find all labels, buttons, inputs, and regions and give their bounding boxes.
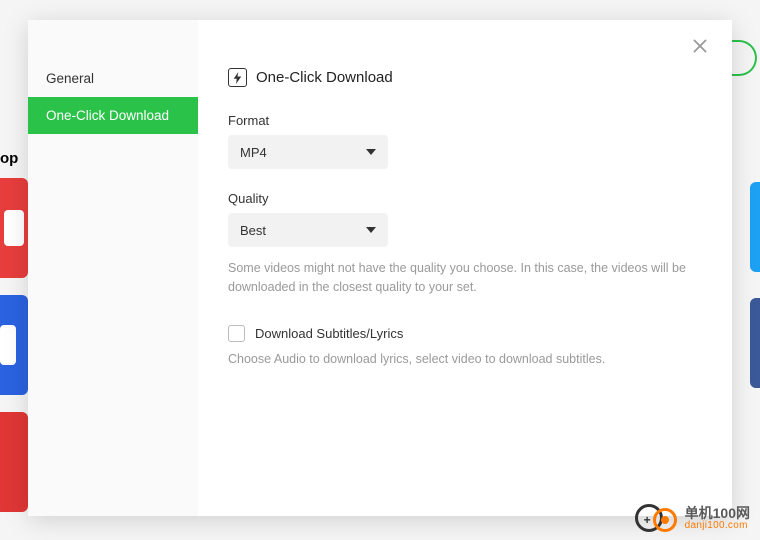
quality-select[interactable]: Best [228,213,388,247]
quality-label: Quality [228,191,702,206]
format-label: Format [228,113,702,128]
close-button[interactable] [692,38,712,58]
watermark-title: 单机100网 [685,506,750,521]
quality-hint: Some videos might not have the quality y… [228,259,702,297]
subtitles-hint: Choose Audio to download lyrics, select … [228,350,702,369]
quality-value: Best [240,223,266,238]
settings-sidebar: General One-Click Download [28,20,198,516]
caret-down-icon [366,149,376,155]
subtitles-row: Download Subtitles/Lyrics [228,325,702,342]
bg-tab-right-1 [750,182,760,272]
bg-tile-red-2 [0,412,28,512]
section-title: One-Click Download [228,68,702,87]
bg-tab-right-2 [750,298,760,388]
sidebar-item-general[interactable]: General [28,60,198,97]
format-value: MP4 [240,145,267,160]
watermark: + 单机100网 danji100.com [635,502,750,536]
caret-down-icon [366,227,376,233]
watermark-logo-icon: + [635,502,679,536]
settings-content: One-Click Download Format MP4 Quality Be… [198,20,732,516]
section-title-text: One-Click Download [256,69,393,86]
close-icon [692,38,708,54]
sidebar-item-one-click-download[interactable]: One-Click Download [28,97,198,134]
bg-cropped-text: op [0,150,18,167]
bolt-icon [228,68,247,87]
bg-tile-blue [0,295,28,395]
watermark-url: danji100.com [685,521,750,532]
subtitles-checkbox[interactable] [228,325,245,342]
bg-tile-red-1 [0,178,28,278]
settings-modal: General One-Click Download One-Click Dow… [28,20,732,516]
format-select[interactable]: MP4 [228,135,388,169]
subtitles-label: Download Subtitles/Lyrics [255,326,403,341]
